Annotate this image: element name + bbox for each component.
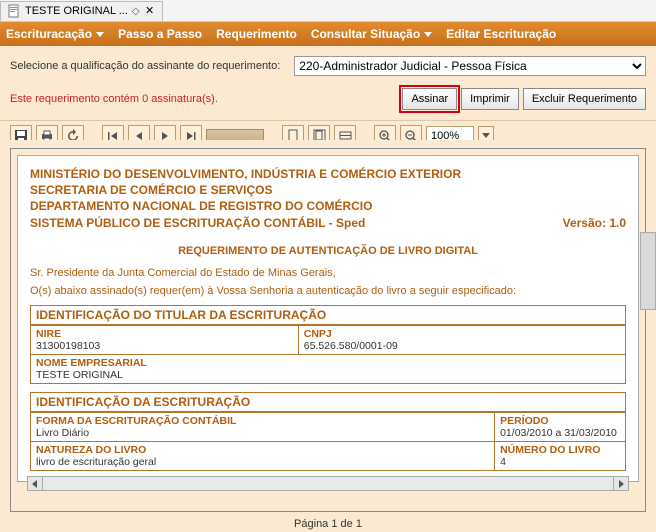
salutation: Sr. Presidente da Junta Comercial do Est… — [30, 267, 626, 279]
forma-value: Livro Diário — [36, 427, 89, 439]
menu-label: Editar Escrituração — [446, 27, 556, 41]
chevron-down-icon — [424, 32, 432, 37]
numero-value: 4 — [500, 456, 506, 468]
excluir-button[interactable]: Excluir Requerimento — [523, 88, 646, 110]
escrituracao-table: FORMA DA ESCRITURAÇÃO CONTÁBIL Livro Diá… — [30, 412, 626, 471]
periodo-value: 01/03/2010 a 31/03/2010 — [500, 427, 617, 439]
menu-passo[interactable]: Passo a Passo — [118, 27, 202, 41]
request-text: O(s) abaixo assinado(s) requer(em) à Vos… — [30, 285, 626, 297]
scroll-track[interactable] — [43, 476, 613, 491]
qualification-label: Selecione a qualificação do assinante do… — [10, 60, 280, 72]
signature-status: Este requerimento contém 0 assinatura(s)… — [10, 93, 218, 105]
document-page: MINISTÉRIO DO DESENVOLVIMENTO, INDÚSTRIA… — [17, 155, 639, 482]
menu-escrituracao[interactable]: Escrituracação — [6, 27, 104, 41]
menu-label: Passo a Passo — [118, 27, 202, 41]
ministry-line: MINISTÉRIO DO DESENVOLVIMENTO, INDÚSTRIA… — [30, 166, 626, 182]
menu-consultar[interactable]: Consultar Situação — [311, 27, 432, 41]
secretary-line: SECRETARIA DE COMÉRCIO E SERVIÇOS — [30, 182, 626, 198]
assinar-button[interactable]: Assinar — [402, 88, 457, 110]
numero-label: NÚMERO DO LIVRO — [500, 444, 600, 456]
cnpj-label: CNPJ — [304, 328, 332, 340]
qualification-select[interactable]: 220-Administrador Judicial - Pessoa Físi… — [294, 56, 646, 76]
window-tab[interactable]: TESTE ORIGINAL ... ◇ ✕ — [0, 1, 163, 21]
version-label: Versão: 1.0 — [563, 215, 626, 231]
nire-label: NIRE — [36, 328, 61, 340]
menu-editar[interactable]: Editar Escrituração — [446, 27, 556, 41]
page-indicator: Página 1 de 1 — [0, 516, 656, 532]
menu-requerimento[interactable]: Requerimento — [216, 27, 297, 41]
menu-label: Consultar Situação — [311, 27, 420, 41]
tab-pin-icon[interactable]: ◇ — [132, 6, 140, 17]
nome-label: NOME EMPRESARIAL — [36, 357, 147, 369]
cnpj-value: 65.526.580/0001-09 — [304, 340, 398, 352]
imprimir-button[interactable]: Imprimir — [461, 88, 519, 110]
nome-value: TESTE ORIGINAL — [36, 369, 123, 381]
horizontal-scrollbar[interactable] — [27, 476, 629, 491]
document-icon — [7, 4, 21, 18]
chevron-down-icon — [96, 32, 104, 37]
close-icon[interactable]: ✕ — [144, 5, 156, 17]
system-line: SISTEMA PÚBLICO DE ESCRITURAÇÃO CONTÁBIL… — [30, 215, 626, 231]
forma-label: FORMA DA ESCRITURAÇÃO CONTÁBIL — [36, 415, 236, 427]
periodo-label: PERÍODO — [500, 415, 548, 427]
section-titular: IDENTIFICAÇÃO DO TITULAR DA ESCRITURAÇÃO — [30, 305, 626, 325]
tab-title: TESTE ORIGINAL ... — [25, 5, 128, 17]
section-escrituracao: IDENTIFICAÇÃO DA ESCRITURAÇÃO — [30, 392, 626, 412]
document-title: REQUERIMENTO DE AUTENTICAÇÃO DE LIVRO DI… — [30, 245, 626, 257]
nire-value: 31300198103 — [36, 340, 100, 352]
chevron-down-icon — [482, 133, 490, 138]
titular-table: NIRE 31300198103 CNPJ 65.526.580/0001-09… — [30, 325, 626, 384]
natureza-value: livro de escrituração geral — [36, 456, 156, 468]
scroll-right-icon[interactable] — [613, 476, 629, 491]
window-scrollbar-thumb[interactable] — [640, 232, 656, 310]
natureza-label: NATUREZA DO LIVRO — [36, 444, 146, 456]
department-line: DEPARTAMENTO NACIONAL DE REGISTRO DO COM… — [30, 198, 626, 214]
menu-label: Requerimento — [216, 27, 297, 41]
menu-label: Escrituracação — [6, 27, 92, 41]
menubar: Escrituracação Passo a Passo Requeriment… — [0, 22, 656, 46]
scroll-left-icon[interactable] — [27, 476, 43, 491]
